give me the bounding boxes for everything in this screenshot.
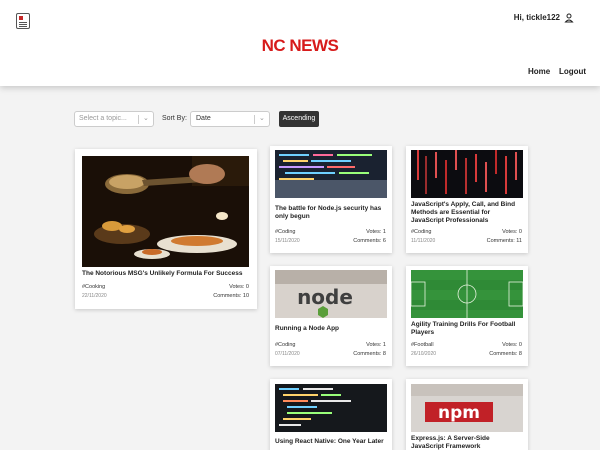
article-card[interactable]: node Running a Node App #Coding Votes: 1…	[270, 266, 392, 366]
article-title[interactable]: Agility Training Drills For Football Pla…	[411, 321, 523, 337]
article-votes: Votes: 1	[366, 229, 386, 235]
article-image-node-logo: node	[275, 270, 387, 318]
article-topic[interactable]: #Coding	[411, 229, 432, 235]
article-card[interactable]: npm Express.js: A Server-Side JavaScript…	[406, 379, 528, 450]
article-card[interactable]: The battle for Node.js security has only…	[270, 146, 392, 253]
node-logo-text: node	[297, 285, 353, 309]
article-image-cooking	[82, 156, 249, 267]
article-title[interactable]: Running a Node App	[275, 325, 385, 333]
chevron-down-icon[interactable]: ⌄	[143, 114, 149, 122]
article-comments: Comments: 8	[489, 351, 522, 357]
article-card[interactable]: Using React Native: One Year Later	[270, 379, 392, 450]
sort-select[interactable]: Date ⌄	[190, 111, 270, 127]
article-comments: Comments: 11	[486, 238, 522, 244]
select-divider	[254, 115, 255, 124]
article-image-code	[275, 150, 387, 198]
article-image-npm-logo: npm	[411, 384, 523, 432]
article-topic[interactable]: #Coding	[275, 342, 296, 348]
sort-select-value: Date	[196, 115, 211, 122]
article-card[interactable]: JavaScript's Apply, Call, and Bind Metho…	[406, 146, 528, 253]
article-comments: Comments: 8	[353, 351, 386, 357]
chevron-down-icon[interactable]: ⌄	[259, 114, 265, 122]
article-card[interactable]: Agility Training Drills For Football Pla…	[406, 266, 528, 366]
article-comments: Comments: 10	[213, 293, 249, 299]
article-date: 11/11/2020	[411, 238, 436, 244]
article-date: 07/11/2020	[275, 351, 300, 357]
article-votes: Votes: 1	[366, 342, 386, 348]
article-date: 22/11/2020	[82, 293, 107, 299]
article-title[interactable]: The battle for Node.js security has only…	[275, 205, 385, 221]
select-divider	[138, 115, 139, 124]
topic-select-placeholder: Select a topic...	[79, 115, 127, 122]
article-image-football-field	[411, 270, 523, 318]
article-title[interactable]: Express.js: A Server-Side JavaScript Fra…	[411, 435, 523, 450]
sort-order-button[interactable]: Ascending	[279, 111, 319, 127]
article-image-code	[275, 384, 387, 432]
nav-home-link[interactable]: Home	[528, 67, 550, 76]
site-title: NC NEWS	[261, 36, 339, 55]
article-votes: Votes: 0	[502, 342, 522, 348]
site-header: NC NEWS Hi, tickle122 Home Logout	[0, 0, 600, 86]
article-topic[interactable]: #Football	[411, 342, 434, 348]
npm-logo-text: npm	[438, 403, 480, 423]
topic-select[interactable]: Select a topic... ⌄	[74, 111, 154, 127]
article-topic[interactable]: #Coding	[275, 229, 296, 235]
user-icon[interactable]	[564, 13, 574, 23]
article-title[interactable]: JavaScript's Apply, Call, and Bind Metho…	[411, 201, 523, 225]
article-topic[interactable]: #Cooking	[82, 284, 105, 290]
sort-by-label: Sort By:	[162, 115, 187, 122]
article-date: 15/11/2020	[275, 238, 300, 244]
article-votes: Votes: 0	[229, 284, 249, 290]
article-title[interactable]: The Notorious MSG's Unlikely Formula For…	[82, 270, 252, 278]
article-votes: Votes: 0	[502, 229, 522, 235]
article-card[interactable]: The Notorious MSG's Unlikely Formula For…	[75, 149, 257, 309]
article-comments: Comments: 6	[353, 238, 386, 244]
newspaper-icon[interactable]	[16, 13, 30, 29]
nav-logout-link[interactable]: Logout	[559, 67, 586, 76]
article-image-code	[411, 150, 523, 198]
article-title[interactable]: Using React Native: One Year Later	[275, 438, 385, 446]
article-date: 26/10/2020	[411, 351, 437, 357]
user-greeting: Hi, tickle122	[513, 13, 560, 22]
